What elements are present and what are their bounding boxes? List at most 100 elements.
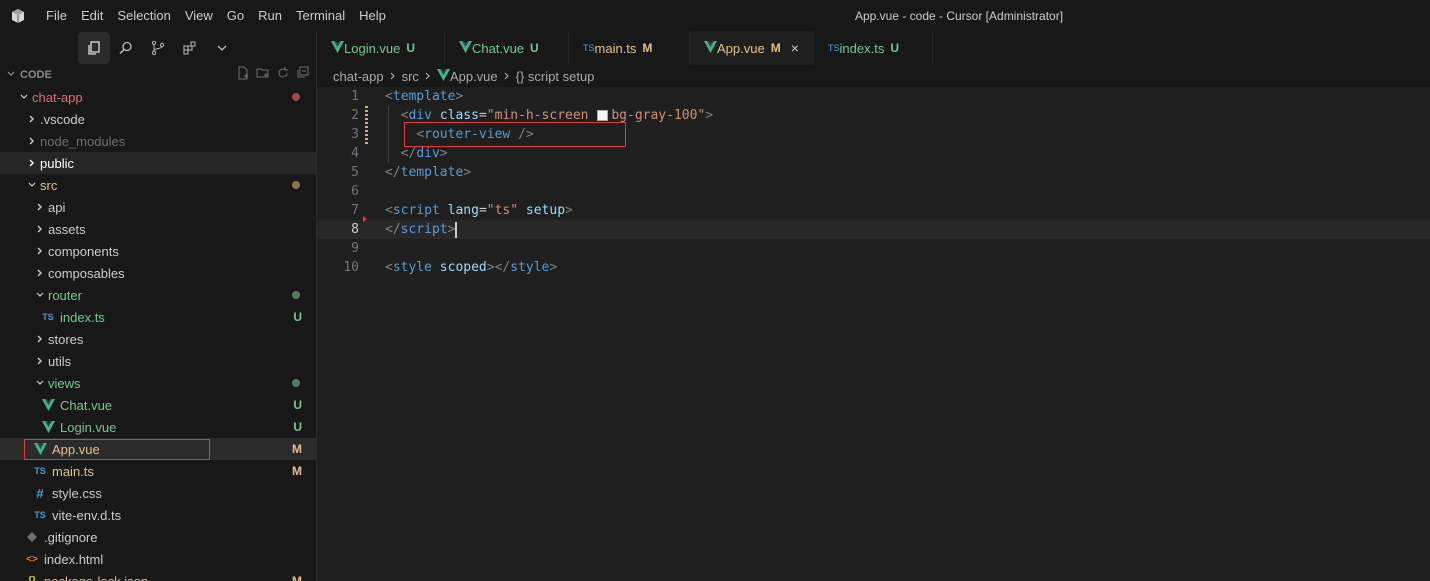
menu-item-help[interactable]: Help: [352, 8, 393, 23]
new-file-icon[interactable]: [236, 66, 250, 83]
ts-file-icon: TS: [34, 466, 46, 476]
code-token: ></: [486, 260, 511, 275]
tab-label: Login.vue: [344, 40, 401, 56]
code-line: 10 <style scoped></style>: [317, 258, 1430, 277]
color-swatch-icon: [597, 110, 609, 121]
folder-item[interactable]: src: [0, 174, 316, 196]
line-number: 2: [351, 108, 359, 123]
folder-item[interactable]: assets: [0, 218, 316, 240]
file-item[interactable]: <> index.html: [0, 548, 316, 570]
close-icon[interactable]: ×: [791, 40, 799, 56]
search-icon[interactable]: [110, 32, 142, 64]
file-item[interactable]: Login.vue U: [0, 416, 316, 438]
breadcrumb-item[interactable]: App.vue: [450, 69, 498, 84]
ts-file-icon: TS: [42, 312, 54, 322]
menu-item-file[interactable]: File: [39, 8, 74, 23]
breadcrumb-item[interactable]: {} script setup: [516, 69, 595, 84]
source-control-icon[interactable]: [142, 32, 174, 64]
tab-status-badge: M: [770, 41, 781, 55]
folder-item[interactable]: .vscode: [0, 108, 316, 130]
code-token: template: [400, 165, 464, 180]
code-token: </: [385, 222, 401, 237]
file-item[interactable]: TS vite-env.d.ts: [0, 504, 316, 526]
git-file-icon: [24, 532, 40, 542]
menu-item-go[interactable]: Go: [220, 8, 251, 23]
files-icon[interactable]: [78, 31, 110, 64]
file-item[interactable]: {} package-lock.json M: [0, 570, 316, 581]
tree-item-label: index.ts: [60, 309, 105, 325]
code-line: 1 <template>: [317, 87, 1430, 106]
file-item[interactable]: # style.css: [0, 482, 316, 504]
menu-item-selection[interactable]: Selection: [110, 8, 177, 23]
section-title: CODE: [20, 69, 52, 81]
highlight-box: [404, 122, 626, 147]
chevron-right-icon: [24, 114, 40, 124]
code-editor[interactable]: 10 <style scoped></style> 9 8 </script> 7 <scr…: [317, 87, 1430, 581]
tab-chat-vue[interactable]: Chat.vue U: [445, 31, 569, 65]
section-actions: [236, 66, 310, 83]
tree-item-label: node_modules: [40, 133, 126, 149]
breadcrumb: chat-app src App.vue {} script setup: [333, 65, 594, 87]
chevron-right-icon: [32, 202, 48, 212]
line-number: 8: [351, 222, 359, 237]
tab-index-ts[interactable]: TS index.ts U: [814, 31, 933, 65]
folder-item[interactable]: router: [0, 284, 316, 306]
status-dot: [292, 93, 300, 101]
menu-item-terminal[interactable]: Terminal: [289, 8, 352, 23]
code-token: <: [385, 260, 393, 275]
tree-item-label: vite-env.d.ts: [52, 507, 122, 523]
refresh-icon[interactable]: [276, 66, 290, 83]
breadcrumb-item[interactable]: chat-app: [333, 69, 384, 84]
folder-item[interactable]: api: [0, 196, 316, 218]
tree-item-label: src: [40, 177, 58, 193]
git-status-badge: U: [293, 420, 302, 434]
menu-item-run[interactable]: Run: [251, 8, 289, 23]
code-token: style: [510, 260, 550, 275]
folder-item[interactable]: views: [0, 372, 316, 394]
ts-file-icon: TS: [34, 510, 46, 520]
file-item[interactable]: TS index.ts U: [0, 306, 316, 328]
tab-main-ts[interactable]: TS main.ts M: [569, 31, 690, 65]
folder-item[interactable]: chat-app: [0, 86, 316, 108]
folder-item[interactable]: stores: [0, 328, 316, 350]
file-item[interactable]: TS main.ts M: [0, 460, 316, 482]
menu-item-edit[interactable]: Edit: [74, 8, 110, 23]
folder-item[interactable]: public: [0, 152, 316, 174]
code-token: </: [400, 146, 417, 161]
explorer-section-header[interactable]: CODE: [0, 64, 316, 86]
status-dot: [292, 291, 300, 299]
tree-item-label: public: [40, 155, 74, 171]
extensions-icon[interactable]: [174, 32, 206, 64]
vue-file-icon: [459, 40, 472, 56]
git-status-badge: M: [292, 464, 302, 478]
chevron-right-icon: [424, 69, 432, 84]
new-folder-icon[interactable]: [256, 66, 270, 83]
folder-item[interactable]: composables: [0, 262, 316, 284]
tab-login-vue[interactable]: Login.vue U: [317, 31, 445, 65]
tree-item-label: views: [48, 375, 81, 391]
file-item[interactable]: .gitignore: [0, 526, 316, 548]
menu-item-view[interactable]: View: [178, 8, 220, 23]
chevron-right-icon: [24, 158, 40, 168]
git-status-badge: U: [293, 398, 302, 412]
tab-label: Chat.vue: [472, 40, 525, 56]
collapse-all-icon[interactable]: [296, 66, 310, 83]
tab-label: App.vue: [717, 40, 765, 56]
chevron-down-icon: [32, 378, 48, 388]
chevron-down-icon: [24, 180, 40, 190]
chevron-down-icon[interactable]: [206, 32, 238, 64]
line-number: 7: [351, 203, 359, 218]
tab-app-vue[interactable]: App.vue M ×: [690, 31, 814, 65]
code-token: >: [455, 89, 464, 104]
folder-item[interactable]: components: [0, 240, 316, 262]
file-item[interactable]: Chat.vue U: [0, 394, 316, 416]
code-line: 8 </script>: [317, 220, 1430, 239]
html-file-icon: <>: [26, 553, 38, 565]
folder-item[interactable]: utils: [0, 350, 316, 372]
folder-item[interactable]: node_modules: [0, 130, 316, 152]
breadcrumb-item[interactable]: src: [402, 69, 419, 84]
code-text: <style scoped></style>: [385, 258, 557, 277]
code-token: style: [392, 260, 432, 275]
